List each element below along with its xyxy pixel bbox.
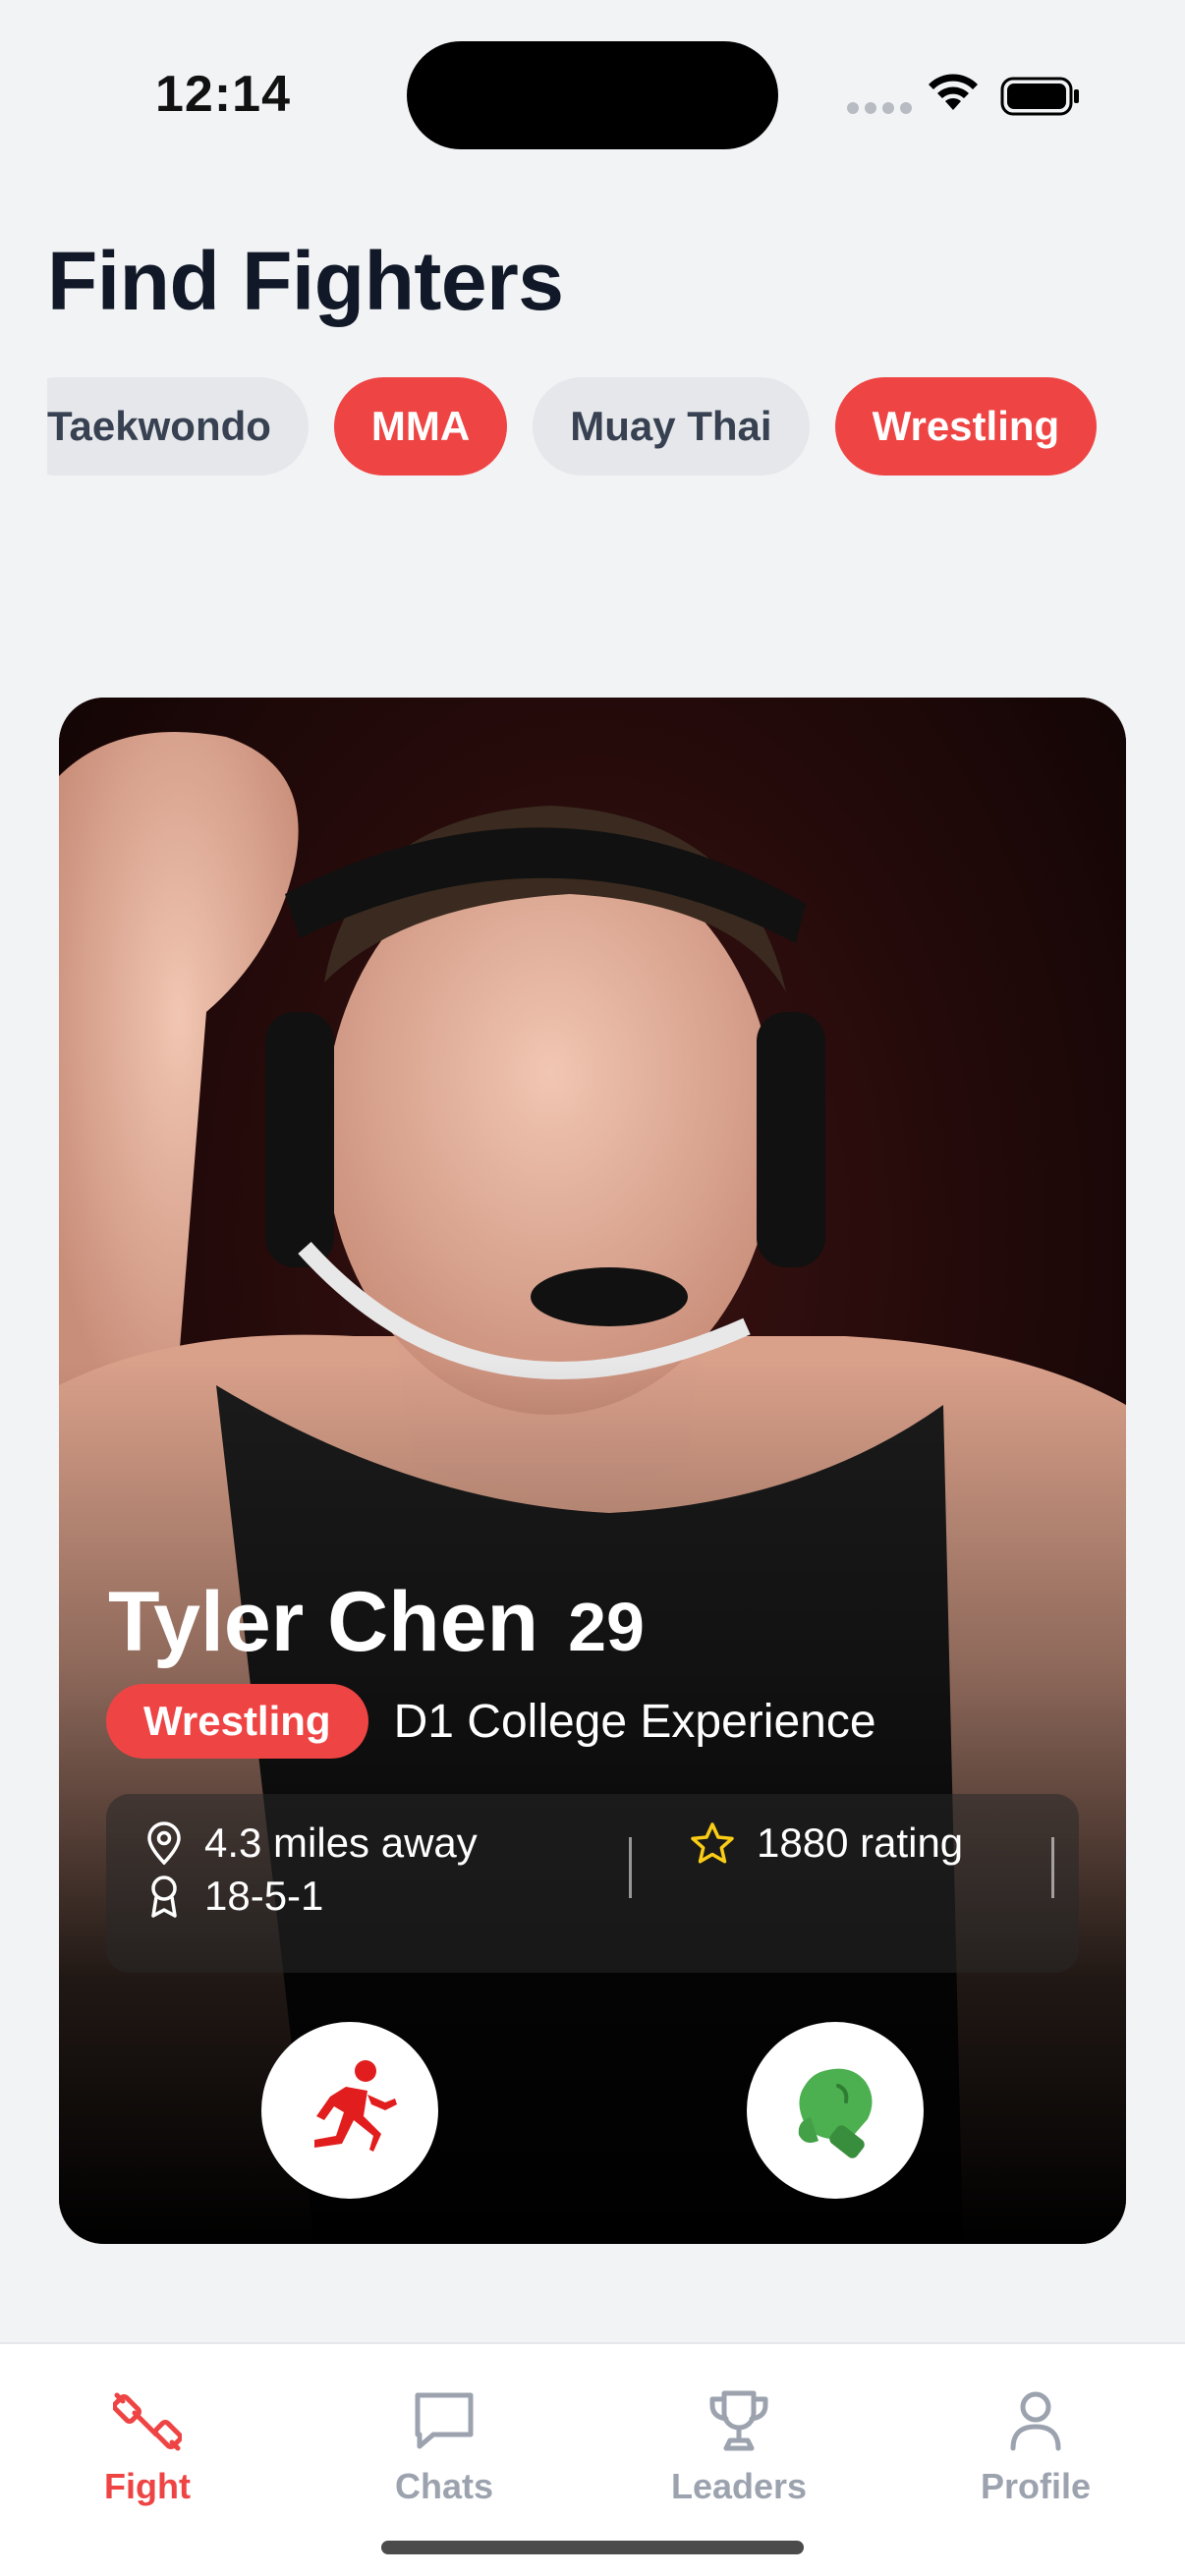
- filter-chip-muay-thai[interactable]: Muay Thai: [533, 377, 810, 476]
- tab-chats[interactable]: Chats: [346, 2387, 542, 2507]
- filter-chip-taekwondo[interactable]: Taekwondo: [47, 377, 309, 476]
- award-ribbon-icon: [151, 1876, 177, 1918]
- fighter-stats-panel: 4.3 miles away 1880 rating 18-5-1: [106, 1794, 1079, 1973]
- running-person-icon: [314, 2060, 397, 2152]
- page-title: Find Fighters: [47, 235, 564, 327]
- stat-record: 18-5-1: [145, 1873, 323, 1920]
- stat-divider: [1051, 1837, 1054, 1898]
- fight-button[interactable]: [747, 2022, 924, 2199]
- stat-rating: 1880 rating: [690, 1820, 963, 1867]
- fighter-name-row: Tyler Chen 29: [108, 1574, 645, 1671]
- fighter-age: 29: [568, 1589, 645, 1665]
- sport-filter-chips: Taekwondo MMA Muay Thai Wrestling: [47, 377, 1185, 476]
- distance-text: 4.3 miles away: [204, 1820, 478, 1866]
- home-indicator[interactable]: [381, 2541, 804, 2554]
- tab-leaders[interactable]: Leaders: [641, 2387, 837, 2507]
- fighter-name: Tyler Chen: [108, 1575, 539, 1669]
- boxing-glove-icon: [798, 2068, 873, 2158]
- stat-divider: [629, 1837, 632, 1898]
- record-text: 18-5-1: [204, 1873, 324, 1919]
- person-icon: [1010, 2391, 1061, 2451]
- tab-fight-label: Fight: [104, 2466, 191, 2506]
- battery-icon: [1000, 77, 1079, 116]
- filter-chip-wrestling[interactable]: Wrestling: [834, 377, 1098, 476]
- tab-leaders-label: Leaders: [670, 2466, 808, 2506]
- chat-bubble-icon: [415, 2392, 474, 2449]
- fighter-tags: Wrestling D1 College Experience: [106, 1684, 876, 1759]
- star-icon: [691, 1822, 734, 1864]
- rating-text: 1880 rating: [757, 1820, 964, 1866]
- dynamic-island: [407, 41, 778, 149]
- pass-button[interactable]: [261, 2022, 438, 2199]
- stat-distance: 4.3 miles away: [145, 1820, 478, 1867]
- filter-chip-mma[interactable]: MMA: [333, 377, 508, 476]
- status-bar: 12:14: [0, 0, 1185, 196]
- tab-chats-label: Chats: [394, 2466, 494, 2506]
- tab-profile[interactable]: Profile: [937, 2387, 1134, 2507]
- tab-fight[interactable]: Fight: [49, 2387, 246, 2507]
- trophy-icon: [709, 2390, 768, 2451]
- experience-text: D1 College Experience: [393, 1695, 876, 1748]
- tab-profile-label: Profile: [980, 2466, 1092, 2506]
- cellular-icon: [847, 102, 912, 114]
- location-pin-icon: [147, 1821, 181, 1865]
- dumbbell-icon: [113, 2392, 182, 2451]
- fighter-card[interactable]: Tyler Chen 29 Wrestling D1 College Exper…: [59, 698, 1126, 2244]
- wifi-icon: [929, 74, 978, 110]
- sport-badge: Wrestling: [106, 1684, 368, 1759]
- status-time: 12:14: [155, 66, 291, 123]
